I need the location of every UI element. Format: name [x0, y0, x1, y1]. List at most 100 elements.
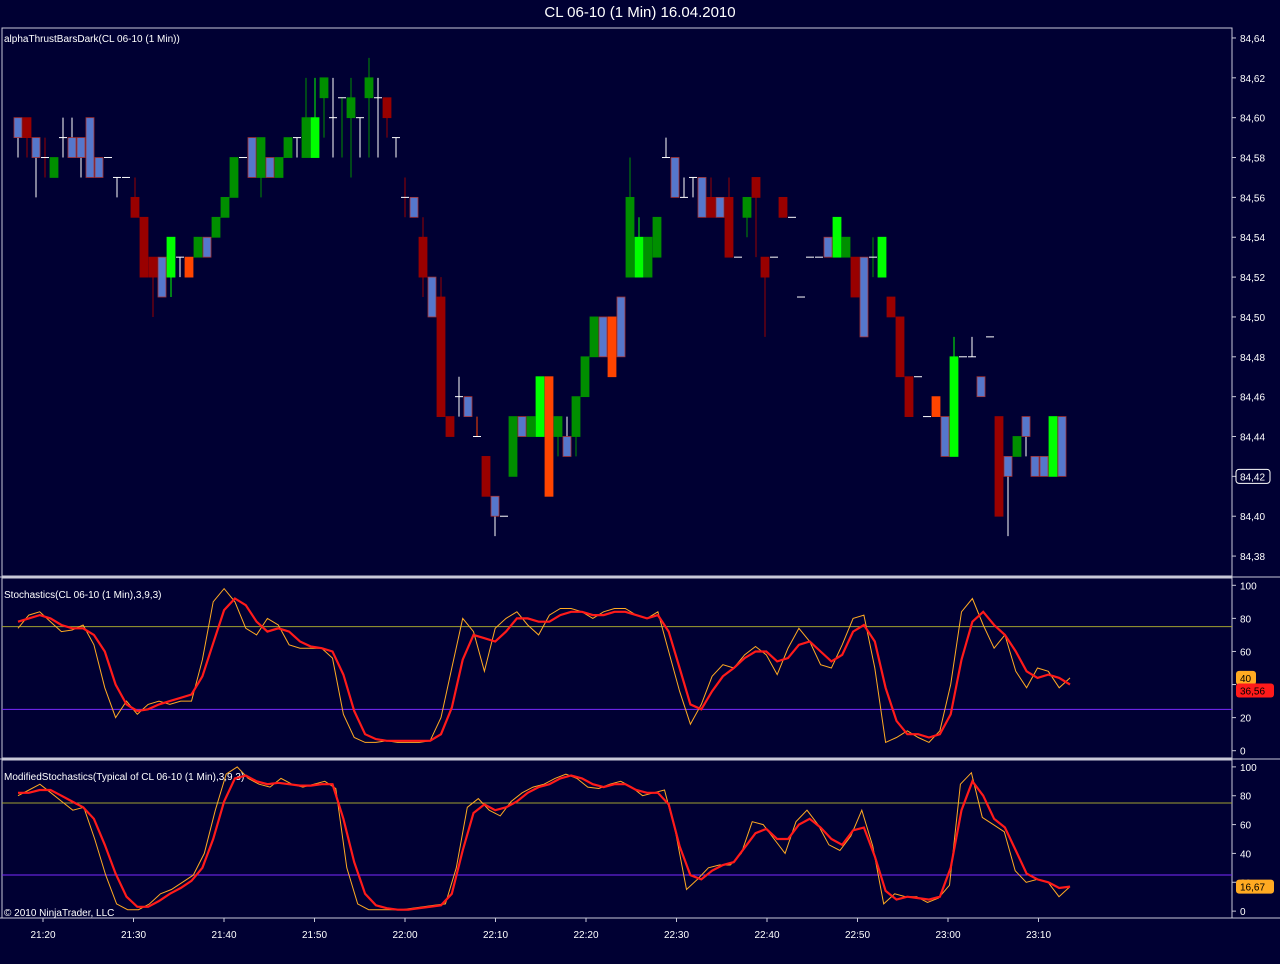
- candle-body: [85, 117, 95, 178]
- osc-series-k: [17, 766, 1071, 911]
- time-tick-label: 23:00: [935, 930, 960, 941]
- time-tick-label: 22:20: [573, 930, 598, 941]
- candle-body: [445, 416, 455, 437]
- candle-body: [634, 236, 644, 278]
- osc-panel-label-1: Stochastics(CL 06-10 (1 Min),3,9,3): [4, 590, 161, 601]
- candle-body: [886, 296, 896, 318]
- price-tick-label: 84,64: [1240, 34, 1265, 45]
- candle-body: [976, 376, 986, 398]
- price-tick-label: 84,60: [1240, 114, 1265, 125]
- candle-body: [202, 236, 212, 258]
- candle-body: [22, 117, 32, 139]
- osc-tick-label: 60: [1240, 647, 1252, 658]
- copyright-label: © 2010 NinjaTrader, LLC: [4, 908, 114, 919]
- candle-body: [706, 196, 716, 218]
- candle-body: [364, 77, 374, 99]
- candle-body: [526, 416, 536, 437]
- chart-canvas[interactable]: 84,64 84,62 84,60 84,58 84,56 84,54 84,52 84,50…: [0, 0, 1280, 964]
- candle-body: [850, 256, 860, 298]
- osc-value-tag-label: 36,56: [1240, 687, 1265, 698]
- osc-panel-label-2: ModifiedStochastics(Typical of CL 06-10 …: [4, 772, 244, 783]
- candle-body: [130, 196, 140, 218]
- candle-body: [616, 296, 626, 358]
- candle-body: [310, 117, 320, 158]
- price-tick-label: 84,46: [1240, 393, 1265, 404]
- candle-body: [220, 196, 230, 218]
- osc-tick-label: 80: [1240, 614, 1252, 625]
- candle-body: [418, 236, 428, 278]
- candle-body: [382, 97, 392, 119]
- candle-body: [1021, 416, 1031, 437]
- time-tick-label: 22:40: [754, 930, 779, 941]
- candle-body: [31, 137, 41, 158]
- candle-body: [427, 276, 437, 318]
- osc-tick-label: 0: [1240, 907, 1246, 918]
- candle-body: [265, 157, 275, 178]
- price-tick-label: 84,44: [1240, 433, 1265, 444]
- candle-body: [643, 236, 653, 278]
- osc-value-tag-label: 16,67: [1240, 883, 1265, 894]
- price-tick-label: 84,38: [1240, 552, 1265, 563]
- price-tick-label: 84,40: [1240, 512, 1265, 523]
- candle-body: [553, 416, 563, 437]
- candle-body: [508, 416, 518, 477]
- candle-body: [436, 296, 446, 417]
- osc-value-tag-label: 40: [1240, 674, 1252, 685]
- candle-body: [166, 236, 176, 278]
- candle-body: [490, 495, 500, 517]
- candle-body: [139, 216, 149, 278]
- candle-body: [940, 416, 950, 457]
- candle-body: [1039, 456, 1049, 477]
- candle-body: [625, 196, 635, 278]
- candle-body: [346, 97, 356, 119]
- candle-body: [1030, 456, 1040, 477]
- candle-body: [193, 236, 203, 258]
- price-tick-label: 84,50: [1240, 313, 1265, 324]
- time-tick-label: 21:50: [302, 930, 327, 941]
- price-tick-label: 84,56: [1240, 193, 1265, 204]
- candle-body: [715, 196, 725, 218]
- candle-body: [760, 256, 770, 278]
- candle-body: [994, 416, 1004, 517]
- candle-body: [274, 157, 284, 178]
- price-panel-label: alphaThrustBarsDark(CL 06-10 (1 Min)): [4, 34, 180, 45]
- candle-body: [535, 376, 545, 437]
- candle-body: [751, 177, 761, 198]
- candle-body: [1057, 416, 1067, 477]
- candle-body: [742, 196, 752, 218]
- candle-body: [256, 137, 266, 178]
- osc-tick-label: 40: [1240, 849, 1252, 860]
- candle-body: [562, 436, 572, 457]
- time-tick-label: 21:20: [30, 930, 55, 941]
- candle-body: [598, 316, 608, 358]
- candle-body: [94, 157, 104, 178]
- osc-tick-label: 20: [1240, 714, 1252, 725]
- time-tick-label: 21:40: [211, 930, 236, 941]
- candle-body: [229, 157, 239, 198]
- candle-body: [49, 157, 59, 178]
- candle-body: [517, 416, 527, 437]
- price-tick-label: 84,58: [1240, 154, 1265, 165]
- osc-tick-label: 60: [1240, 821, 1252, 832]
- candle-body: [1012, 436, 1022, 457]
- candle-body: [571, 396, 581, 437]
- candle-body: [724, 196, 734, 258]
- candle-body: [670, 157, 680, 198]
- candle-body: [76, 137, 86, 158]
- time-tick-label: 22:30: [664, 930, 689, 941]
- time-tick-label: 23:10: [1026, 930, 1051, 941]
- candle-body: [607, 316, 617, 378]
- candle-body: [247, 137, 257, 178]
- candle-body: [1048, 416, 1058, 477]
- candle-body: [949, 356, 959, 457]
- time-tick-label: 21:30: [121, 930, 146, 941]
- price-tick-label: 84,52: [1240, 273, 1265, 284]
- candle-body: [931, 396, 941, 417]
- price-tick-label: 84,62: [1240, 74, 1265, 85]
- candle-body: [481, 456, 491, 497]
- candle-body: [211, 216, 221, 238]
- price-tick-label: 84,48: [1240, 353, 1265, 364]
- candle-body: [778, 196, 788, 218]
- candle-body: [67, 137, 77, 158]
- candle-body: [832, 216, 842, 258]
